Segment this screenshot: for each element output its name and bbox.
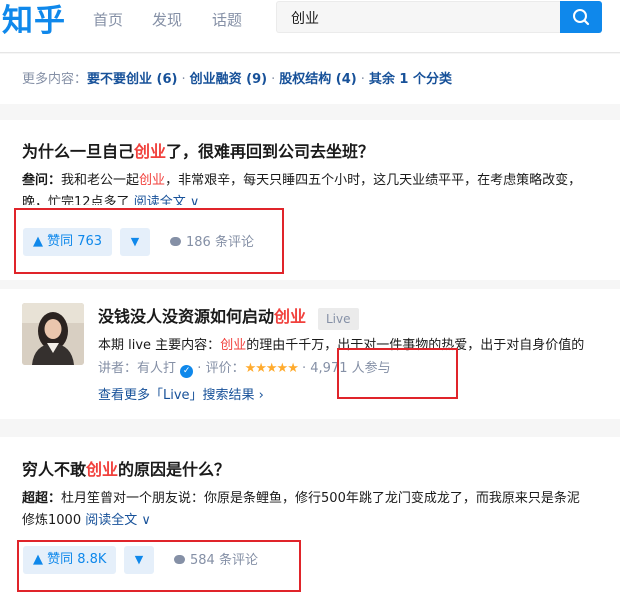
nav-home[interactable]: 首页	[93, 10, 123, 30]
speaker-label: 讲者：	[98, 361, 138, 376]
title-highlight: 创业	[86, 460, 119, 479]
separator-dot: ·	[271, 72, 276, 87]
nav-explore[interactable]: 发现	[152, 10, 182, 30]
search-box[interactable]	[276, 1, 560, 33]
result-2-title[interactable]: 穷人不敢创业的原因是什么？	[22, 459, 230, 481]
search-icon	[573, 9, 590, 26]
answer-author[interactable]: 超超	[22, 491, 48, 506]
filter-item-should-start[interactable]: 要不要创业 (6)	[87, 72, 177, 87]
title-text: 穷人不敢	[22, 460, 87, 479]
live-title[interactable]: 没钱没人没资源如何启动创业	[98, 306, 306, 328]
nav-topics[interactable]: 话题	[212, 10, 242, 30]
filter-item-others[interactable]: 其余 1 个分类	[369, 72, 452, 87]
title-highlight: 创业	[274, 307, 307, 326]
more-live-results-link[interactable]: 查看更多「Live」搜索结果 ›	[98, 386, 264, 406]
annotation-box	[337, 348, 458, 399]
rating-label: · 评价：	[193, 361, 245, 376]
more-content-filters: 更多内容：要不要创业 (6) · 创业融资 (9) · 股权结构 (4) · 其余 1 个分…	[22, 71, 452, 89]
title-text: 的原因是什么？	[118, 460, 231, 479]
read-more-link[interactable]: 阅读全文 ∨	[85, 513, 151, 528]
desc-text: 本期 live 主要内容：	[98, 338, 221, 353]
title-text: 为什么一旦自己	[22, 142, 135, 161]
rating-stars: ★★★★★	[244, 361, 299, 376]
annotation-box	[14, 208, 284, 274]
result-1-title[interactable]: 为什么一旦自己创业了，很难再回到公司去坐班？	[22, 141, 374, 163]
title-text: 了，很难再回到公司去坐班？	[166, 142, 375, 161]
author-colon: ：	[48, 173, 62, 188]
live-badge: Live	[318, 308, 359, 330]
filter-item-financing[interactable]: 创业融资 (9)	[190, 72, 267, 87]
top-navbar: 知乎 首页 发现 话题	[0, 0, 620, 53]
excerpt-highlight: 创业	[139, 173, 166, 188]
title-highlight: 创业	[134, 142, 167, 161]
verified-icon: ✓	[180, 365, 194, 378]
read-more-link[interactable]: 阅读全文 ∨	[134, 195, 200, 205]
filters-label: 更多内容：	[22, 72, 88, 87]
result-2-excerpt-line2: 修炼1000 阅读全文 ∨	[22, 510, 618, 532]
answer-author[interactable]: 叁问	[22, 173, 48, 188]
result-1-excerpt-line2: 晚，忙完12点多了 阅读全文 ∨	[22, 192, 618, 205]
search-button[interactable]	[560, 1, 602, 33]
separator-dot: ·	[181, 72, 186, 87]
speaker-name[interactable]: 有人打	[137, 361, 176, 376]
filter-item-equity[interactable]: 股权结构 (4)	[279, 72, 356, 87]
separator-dot: ·	[360, 72, 365, 87]
author-colon: ：	[48, 491, 62, 506]
result-1-excerpt[interactable]: 叁问：我和老公一起创业，非常艰辛，每天只睡四五个小时，这几天业绩平平，在考虑策略…	[22, 170, 618, 192]
excerpt-text: 杜月笙曾对一个朋友说：你原是条鲤鱼，修行500年跳了龙门变成龙了，而我原来只是条…	[61, 491, 580, 506]
annotation-box	[17, 540, 301, 592]
excerpt-text: 修炼1000	[22, 513, 86, 528]
title-text: 没钱没人没资源如何启动	[98, 307, 275, 326]
search-input[interactable]	[291, 8, 541, 28]
excerpt-text: ，非常艰辛，每天只睡四五个小时，这几天业绩平平，在考虑策略改变，	[165, 173, 582, 188]
excerpt-text: 晚，忙完12点多了	[22, 195, 130, 205]
result-2-excerpt[interactable]: 超超：杜月笙曾对一个朋友说：你原是条鲤鱼，修行500年跳了龙门变成龙了，而我原来…	[22, 488, 618, 510]
desc-highlight: 创业	[220, 338, 247, 353]
speaker-photo	[22, 303, 84, 365]
live-cover-image[interactable]	[22, 303, 84, 365]
excerpt-text: 我和老公一起	[61, 173, 140, 188]
zhihu-logo[interactable]: 知乎	[2, 3, 66, 39]
